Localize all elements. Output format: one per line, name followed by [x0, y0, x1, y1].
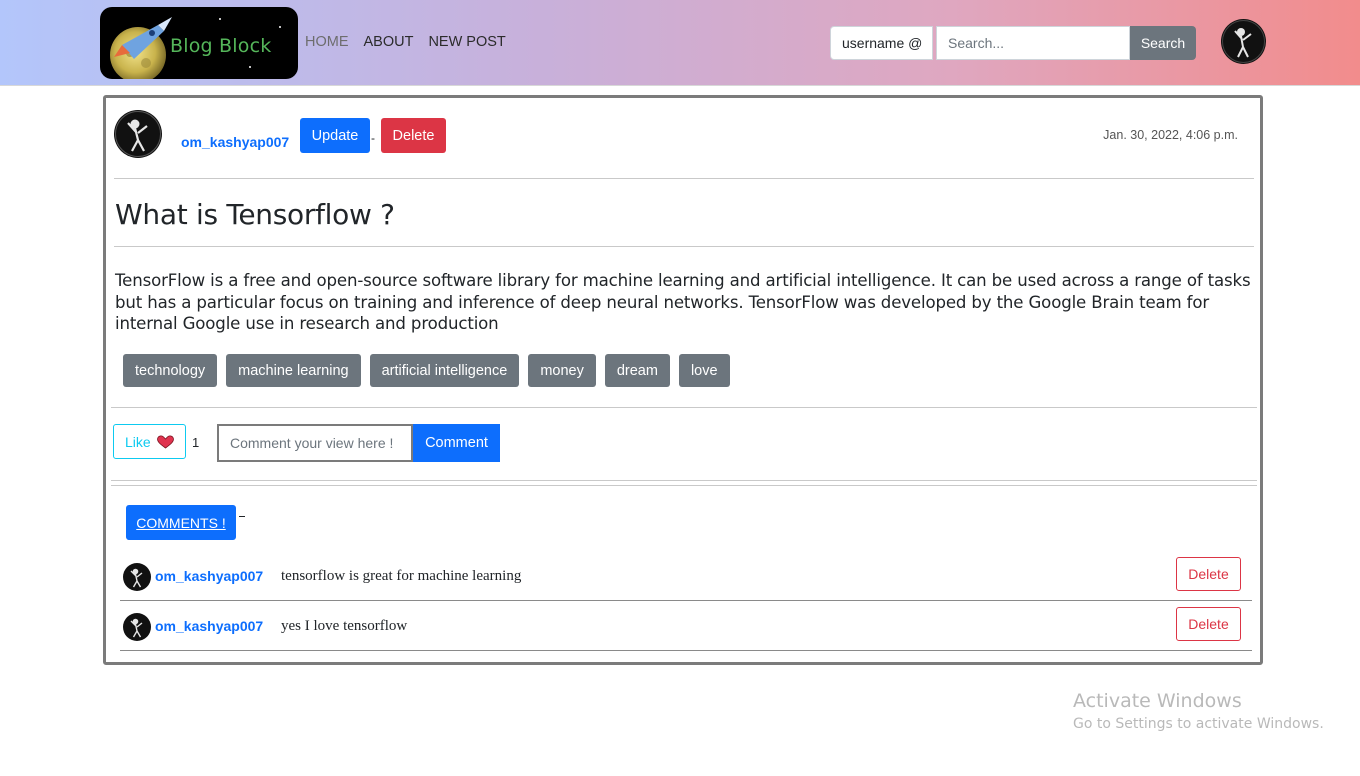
divider	[111, 480, 1257, 481]
delete-comment-button[interactable]: Delete	[1176, 557, 1241, 591]
comments-toggle-button[interactable]: COMMENTS !	[126, 505, 236, 540]
separator: -	[371, 131, 375, 145]
comment-item: om_kashyap007 yes I love tensorflow Dele…	[120, 601, 1252, 651]
user-avatar-icon[interactable]	[1221, 19, 1266, 64]
delete-comment-button[interactable]: Delete	[1176, 607, 1241, 641]
search-input[interactable]	[936, 26, 1130, 60]
post-card: om_kashyap007 Update - Delete Jan. 30, 2…	[103, 95, 1263, 665]
comment-button[interactable]: Comment	[413, 424, 500, 462]
comment-input[interactable]	[217, 424, 413, 462]
heart-icon	[156, 434, 174, 448]
comment-author-link[interactable]: om_kashyap007	[155, 618, 263, 634]
tag-technology[interactable]: technology	[123, 354, 218, 387]
search-button[interactable]: Search	[1130, 26, 1196, 60]
like-button[interactable]: Like	[113, 424, 186, 459]
activate-windows-watermark: Activate Windows Go to Settings to activ…	[1073, 690, 1324, 732]
username-prefix: username @	[830, 26, 933, 60]
post-date: Jan. 30, 2022, 4:06 p.m.	[1103, 128, 1238, 142]
divider	[114, 246, 1254, 247]
delete-post-button[interactable]: Delete	[381, 118, 446, 153]
like-count: 1	[192, 435, 200, 450]
commenter-avatar-icon	[123, 563, 151, 591]
tag-machine-learning[interactable]: machine learning	[226, 354, 361, 387]
logo-text: Blog Block	[170, 35, 272, 57]
search-form: username @ Search	[830, 26, 1196, 60]
commenter-avatar-icon	[123, 613, 151, 641]
nav-links: HOME ABOUT NEW POST	[305, 34, 506, 50]
post-title: What is Tensorflow ?	[115, 198, 395, 231]
like-label: Like	[125, 433, 151, 450]
divider	[111, 485, 1257, 486]
divider	[114, 178, 1254, 179]
nav-about-link[interactable]: ABOUT	[364, 34, 414, 50]
comment-item: om_kashyap007 tensorflow is great for ma…	[120, 551, 1252, 601]
tag-money[interactable]: money	[528, 354, 596, 387]
nav-home-link[interactable]: HOME	[305, 34, 349, 50]
separator	[239, 516, 245, 517]
comment-text: yes I love tensorflow	[281, 618, 408, 634]
post-body: TensorFlow is a free and open-source sof…	[115, 271, 1251, 333]
update-post-button[interactable]: Update	[300, 118, 370, 153]
post-header: om_kashyap007 Update - Delete Jan. 30, 2…	[114, 108, 1250, 168]
nav-new-post-link[interactable]: NEW POST	[428, 34, 505, 50]
tag-love[interactable]: love	[678, 354, 730, 387]
watermark-subtitle: Go to Settings to activate Windows.	[1073, 716, 1324, 732]
divider	[111, 407, 1257, 408]
author-avatar-icon	[114, 110, 162, 158]
tag-list: technology machine learning artificial i…	[123, 354, 730, 387]
tag-dream[interactable]: dream	[604, 354, 670, 387]
tag-artificial-intelligence[interactable]: artificial intelligence	[369, 354, 520, 387]
comment-author-link[interactable]: om_kashyap007	[155, 568, 263, 584]
blog-logo[interactable]: Blog Block	[100, 7, 298, 79]
comment-text: tensorflow is great for machine learning	[281, 568, 522, 584]
navbar: Blog Block HOME ABOUT NEW POST username …	[0, 0, 1360, 86]
watermark-title: Activate Windows	[1073, 690, 1242, 712]
post-author-link[interactable]: om_kashyap007	[181, 134, 289, 150]
